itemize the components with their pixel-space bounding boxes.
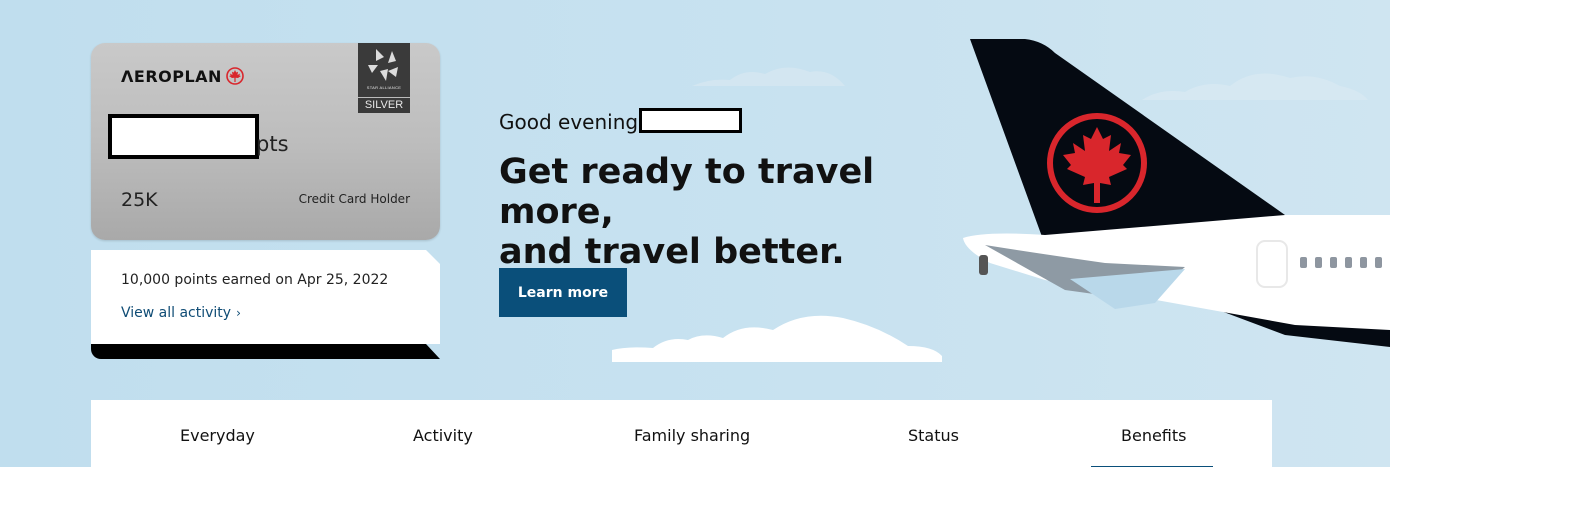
tier-label: SILVER <box>358 97 410 111</box>
active-tab-indicator <box>1091 466 1213 467</box>
aeroplan-logo: ΛEROPLAN <box>121 67 222 86</box>
tab-everyday[interactable]: Everyday <box>180 426 255 445</box>
hero-banner: ΛEROPLAN STAR ALLIANCE SILVER pts 25K Cr… <box>0 0 1390 467</box>
chevron-right-icon: › <box>236 306 241 320</box>
points-earned-text: 10,000 points earned on Apr 25, 2022 <box>121 272 389 288</box>
cloud-decoration <box>692 67 845 86</box>
star-alliance-icon <box>368 49 398 81</box>
activity-panel-shadow <box>91 344 440 359</box>
greeting-label: Good evening, <box>499 110 645 134</box>
activity-panel: 10,000 points earned on Apr 25, 2022 Vie… <box>91 250 440 344</box>
cloud-decoration <box>612 315 942 362</box>
learn-more-button[interactable]: Learn more <box>499 268 627 317</box>
aircraft-tail-illustration <box>963 39 1390 347</box>
activity-summary: 10,000 points earned on Apr 25, 2022 Vie… <box>91 250 440 359</box>
card-holder-label: Credit Card Holder <box>298 192 410 206</box>
tab-status[interactable]: Status <box>908 426 959 445</box>
headline-line-1: Get ready to travel more, <box>499 152 875 232</box>
redacted-name <box>639 108 742 133</box>
points-value: 25K <box>121 189 158 211</box>
tab-benefits[interactable]: Benefits <box>1121 426 1187 445</box>
maple-leaf-icon <box>226 67 244 85</box>
aeroplan-card: ΛEROPLAN STAR ALLIANCE SILVER pts 25K Cr… <box>91 43 440 240</box>
hero-headline: Get ready to travel more, and travel bet… <box>499 152 959 272</box>
tab-activity[interactable]: Activity <box>413 426 473 445</box>
greeting-text: Good evening, <box>499 110 644 134</box>
tab-bar: Everyday Activity Family sharing Status … <box>91 400 1272 467</box>
alliance-text: STAR ALLIANCE <box>366 85 402 90</box>
headline-line-2: and travel better. <box>499 232 845 272</box>
view-all-activity-label: View all activity <box>121 305 232 321</box>
redacted-points <box>108 114 259 159</box>
star-alliance-badge: STAR ALLIANCE SILVER <box>358 43 410 113</box>
view-all-activity-link[interactable]: View all activity › <box>121 305 241 321</box>
tab-family-sharing[interactable]: Family sharing <box>634 426 750 445</box>
points-suffix: pts <box>256 132 289 156</box>
